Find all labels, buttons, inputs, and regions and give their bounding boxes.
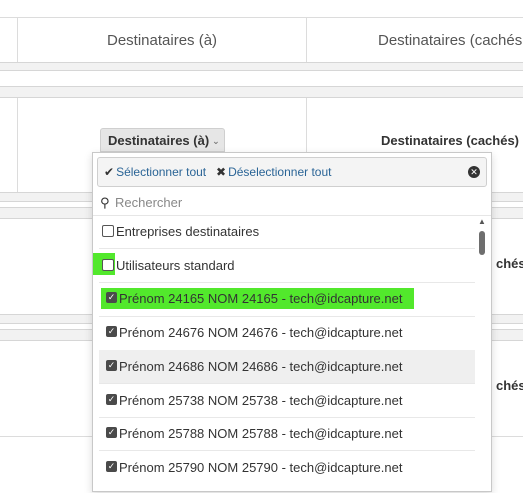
scroll-up-icon[interactable]: ▲ (478, 217, 486, 226)
close-icon: ✖ (216, 165, 227, 179)
deselect-all-label: Déselectionner tout (228, 165, 332, 179)
option-group-companies[interactable]: Entreprises destinataires (99, 215, 475, 248)
search-row: ⚲ (93, 191, 491, 216)
checkbox[interactable] (102, 225, 114, 237)
option-user[interactable]: ✓ Prénom 24676 NOM 24676 - tech@idcaptur… (99, 316, 475, 349)
option-group-standard-users[interactable]: Utilisateurs standard (99, 249, 475, 282)
search-icon: ⚲ (100, 195, 110, 210)
chevron-down-icon: ⌄ (212, 136, 220, 146)
option-label: Utilisateurs standard (116, 258, 235, 273)
column-divider (306, 17, 307, 62)
checkbox-checked[interactable]: ✓ (106, 427, 117, 438)
recipients-dropdown-panel: ✔ Sélectionner tout ✖ Déselectionner tout … (92, 152, 492, 492)
scrollbar-thumb[interactable] (479, 231, 485, 255)
checkbox-checked[interactable]: ✓ (106, 292, 117, 303)
option-user[interactable]: ✓ Prénom 25738 NOM 25738 - tech@idcaptur… (99, 384, 475, 417)
option-label: Prénom 24676 NOM 24676 - tech@idcapture.… (119, 325, 403, 340)
option-label: Prénom 25738 NOM 25738 - tech@idcapture.… (119, 393, 403, 408)
bcc-dropdown-label: Destinataires (cachés) (381, 133, 520, 148)
check-icon: ✔ (104, 165, 115, 179)
bulk-actions-bar: ✔ Sélectionner tout ✖ Déselectionner tout … (97, 157, 487, 187)
option-user[interactable]: ✓ Prénom 25788 NOM 25788 - tech@idcaptur… (99, 417, 475, 450)
select-all-button[interactable]: ✔ Sélectionner tout (104, 165, 206, 179)
column-divider (17, 17, 18, 62)
checkbox-checked[interactable]: ✓ (106, 326, 117, 337)
bcc-dropdown-button[interactable]: Destinataires (cachés)⌄ (381, 133, 523, 148)
column-header-bcc: Destinataires (cachés (378, 32, 523, 49)
option-label: Entreprises destinataires (116, 224, 260, 239)
select-all-label: Sélectionner tout (116, 165, 207, 179)
scrollbar[interactable]: ▲ (476, 215, 488, 493)
column-divider (17, 97, 18, 192)
recipients-dropdown-button[interactable]: Destinataires (à) ⌄ (100, 128, 225, 152)
checkbox-checked[interactable]: ✓ (106, 360, 117, 371)
column-header-to: Destinataires (à) (107, 32, 218, 49)
recipients-dropdown-label: Destinataires (à) (108, 133, 210, 148)
option-user[interactable]: ✓ Prénom 24686 NOM 24686 - tech@idcaptur… (99, 350, 475, 383)
option-label: Prénom 25788 NOM 25788 - tech@idcapture.… (119, 426, 403, 441)
clear-selection-icon[interactable]: ✕ (468, 166, 480, 178)
bcc-dropdown-button-row2[interactable]: chés)⌄ (496, 256, 523, 271)
table-top-border (0, 17, 523, 18)
checkbox-checked[interactable]: ✓ (106, 461, 117, 472)
deselect-all-button[interactable]: ✖ Déselectionner tout (216, 165, 331, 179)
option-user[interactable]: ✓ Prénom 25790 NOM 25790 - tech@idcaptur… (99, 451, 475, 484)
checkbox-checked[interactable]: ✓ (106, 394, 117, 405)
bcc-dropdown-label-partial: chés) (496, 256, 523, 271)
option-user[interactable]: ✓ Prénom 24165 NOM 24165 - tech@idcaptur… (99, 282, 475, 315)
table-band (0, 86, 523, 98)
option-label: Prénom 24686 NOM 24686 - tech@idcapture.… (119, 359, 403, 374)
search-input[interactable] (115, 193, 475, 211)
option-label: Prénom 25790 NOM 25790 - tech@idcapture.… (119, 460, 403, 475)
table-band (0, 62, 523, 71)
checkbox[interactable] (102, 259, 114, 271)
option-label: Prénom 24165 NOM 24165 - tech@idcapture.… (119, 291, 403, 306)
bcc-dropdown-label-partial: chés) (496, 378, 523, 393)
bcc-dropdown-button-row3[interactable]: chés)⌄ (496, 378, 523, 393)
